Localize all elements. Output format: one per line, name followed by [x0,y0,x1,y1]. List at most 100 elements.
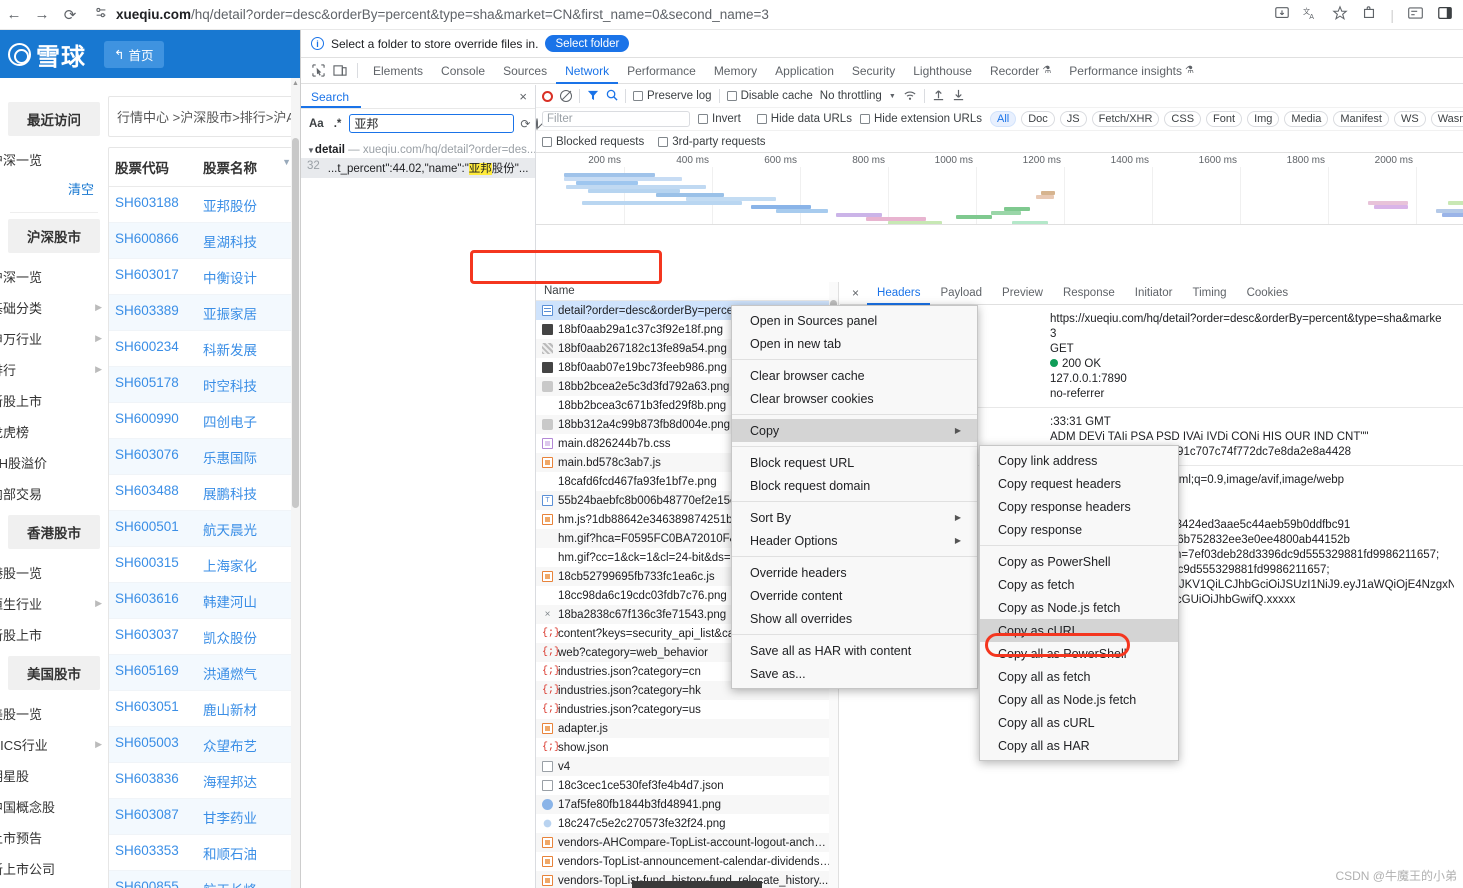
table-row[interactable]: SH603051 鹿山新材 [109,691,299,727]
reading-list-icon[interactable] [1407,5,1424,24]
copy-submenu[interactable]: Copy link address Copy request headers Cop… [979,445,1179,761]
side-panel-icon[interactable] [1437,5,1453,24]
submenu-item-copy-all-as-powershell[interactable]: Copy all as PowerShell [980,642,1178,665]
table-row[interactable]: SH603836 海程邦达 [109,763,299,799]
sidebar-item[interactable]: 上市预告 [0,822,108,853]
sidebar-clear-link[interactable]: 清空 [0,175,108,206]
request-row[interactable]: 18c3cec1ce530fef3fe4b4d7.json [536,776,838,795]
reload-icon[interactable]: ⟳ [56,1,84,29]
submenu-item-copy-all-as-fetch[interactable]: Copy all as fetch [980,665,1178,688]
stock-name[interactable]: 洪通燃气 [203,663,293,683]
stock-code[interactable]: SH603836 [115,771,203,791]
sidebar-item[interactable]: 排行 ▶ [0,354,108,385]
device-toolbar-icon[interactable] [329,61,351,81]
menu-item-open-in-sources-panel[interactable]: Open in Sources panel [732,309,977,332]
stock-name[interactable]: 航天晨光 [203,519,293,539]
third-party-requests-checkbox[interactable]: 3rd-party requests [658,136,766,148]
match-case-toggle[interactable]: Aa [307,118,326,130]
search-result-file[interactable]: ▼detail — xueqiu.com/hq/detail?order=des… [301,142,535,158]
type-filter-img[interactable]: Img [1247,111,1280,127]
table-row[interactable]: SH603037 凯众股份 [109,619,299,655]
tab-console[interactable]: Console [432,58,494,84]
sidebar-item[interactable]: 中国概念股 [0,791,108,822]
details-tab-initiator[interactable]: Initiator [1125,282,1183,305]
search-input[interactable] [349,114,515,133]
hide-data-urls-checkbox[interactable]: Hide data URLs [756,113,852,125]
request-row[interactable]: {;} industries.json?category=us [536,700,838,719]
disable-cache-checkbox[interactable]: Disable cache [726,90,813,102]
sidebar-item[interactable]: 龙虎榜 [0,416,108,447]
request-row[interactable]: adapter.js [536,719,838,738]
tab-sources[interactable]: Sources [494,58,556,84]
menu-item-copy[interactable]: Copy ▶ [732,419,977,442]
regex-toggle[interactable]: .* [332,118,344,130]
chevron-down-icon[interactable]: ▼ [889,93,896,100]
type-filter-doc[interactable]: Doc [1021,111,1055,127]
menu-item-clear-browser-cache[interactable]: Clear browser cache [732,364,977,387]
table-row[interactable]: SH605003 众望布艺 [109,727,299,763]
submenu-item-copy-response[interactable]: Copy response [980,518,1178,541]
stock-name[interactable]: 和顺石油 [203,843,293,863]
submenu-item-copy-all-as-curl[interactable]: Copy all as cURL [980,711,1178,734]
tab-application[interactable]: Application [766,58,843,84]
stock-name[interactable]: 中衡设计 [203,267,293,287]
type-filter-css[interactable]: CSS [1164,111,1202,127]
type-filter-manifest[interactable]: Manifest [1333,111,1389,127]
request-row[interactable]: {;} show.json [536,738,838,757]
stock-code[interactable]: SH603616 [115,591,203,611]
type-filter-all[interactable]: All [989,111,1017,127]
invert-checkbox[interactable]: Invert [698,113,741,125]
submenu-item-copy-as-node-js-fetch[interactable]: Copy as Node.js fetch [980,596,1178,619]
type-filter-js[interactable]: JS [1059,111,1087,127]
stock-code[interactable]: SH603188 [115,195,203,215]
hide-extension-urls-checkbox[interactable]: Hide extension URLs [859,113,982,125]
import-har-icon[interactable] [932,88,945,104]
table-row[interactable]: SH603017 中衡设计 [109,259,299,295]
site-settings-icon[interactable] [94,6,108,23]
table-row[interactable]: SH603488 展鹏科技 [109,475,299,511]
stock-code[interactable]: SH600501 [115,519,203,539]
table-row[interactable]: SH600866 星湖科技 [109,223,299,259]
type-filter-ws[interactable]: WS [1393,111,1426,127]
submenu-item-copy-all-as-node-js-fetch[interactable]: Copy all as Node.js fetch [980,688,1178,711]
stock-name[interactable]: 科新发展 [203,339,293,359]
stock-code[interactable]: SH603087 [115,807,203,827]
stock-code[interactable]: SH600315 [115,555,203,575]
menu-item-header-options[interactable]: Header Options ▶ [732,529,977,552]
stock-code[interactable]: SH605178 [115,375,203,395]
table-row[interactable]: SH603353 和顺石油 [109,835,299,871]
stock-name[interactable]: 亚振家居 [203,303,293,323]
menu-item-sort-by[interactable]: Sort By ▶ [732,506,977,529]
stock-code[interactable]: SH600990 [115,411,203,431]
tab-performance[interactable]: Performance [618,58,705,84]
stock-code[interactable]: SH603051 [115,699,203,719]
page-scrollbar-thumb[interactable] [292,138,299,508]
tab-elements[interactable]: Elements [364,58,432,84]
sidebar-item[interactable]: 美股一览 [0,698,108,729]
home-button[interactable]: ↰ 首页 [104,40,164,68]
column-header-name[interactable]: 股票名称 [203,157,282,177]
stock-name[interactable]: 众望布艺 [203,735,293,755]
stock-name[interactable]: 鹿山新材 [203,699,293,719]
submenu-item-copy-all-as-har[interactable]: Copy all as HAR [980,734,1178,757]
sidebar-item[interactable]: 明星股 [0,760,108,791]
menu-item-save-all-as-har-with-content[interactable]: Save all as HAR with content [732,639,977,662]
stock-name[interactable]: 四创电子 [203,411,293,431]
filter-input[interactable] [542,111,690,127]
sidebar-item[interactable]: GICS行业 ▶ [0,729,108,760]
stock-name[interactable]: 海程邦达 [203,771,293,791]
tab-performance-insights[interactable]: Performance insights ⚗ [1060,58,1203,84]
scroll-up-icon[interactable]: ▲ [292,80,299,87]
address-bar[interactable]: xueqiu.com/hq/detail?order=desc&orderBy=… [94,2,1268,28]
menu-item-open-in-new-tab[interactable]: Open in new tab [732,332,977,355]
sidebar-item[interactable]: AH股溢价 [0,447,108,478]
tab-recorder[interactable]: Recorder ⚗ [981,58,1060,84]
stock-name[interactable]: 时空科技 [203,375,293,395]
table-row[interactable]: SH605178 时空科技 [109,367,299,403]
table-row[interactable]: SH603389 亚振家居 [109,295,299,331]
menu-item-block-request-url[interactable]: Block request URL [732,451,977,474]
select-folder-button[interactable]: Select folder [545,35,630,52]
menu-item-override-headers[interactable]: Override headers [732,561,977,584]
table-row[interactable]: SH600855航天长峰 [109,871,299,888]
filter-icon[interactable] [587,89,599,104]
